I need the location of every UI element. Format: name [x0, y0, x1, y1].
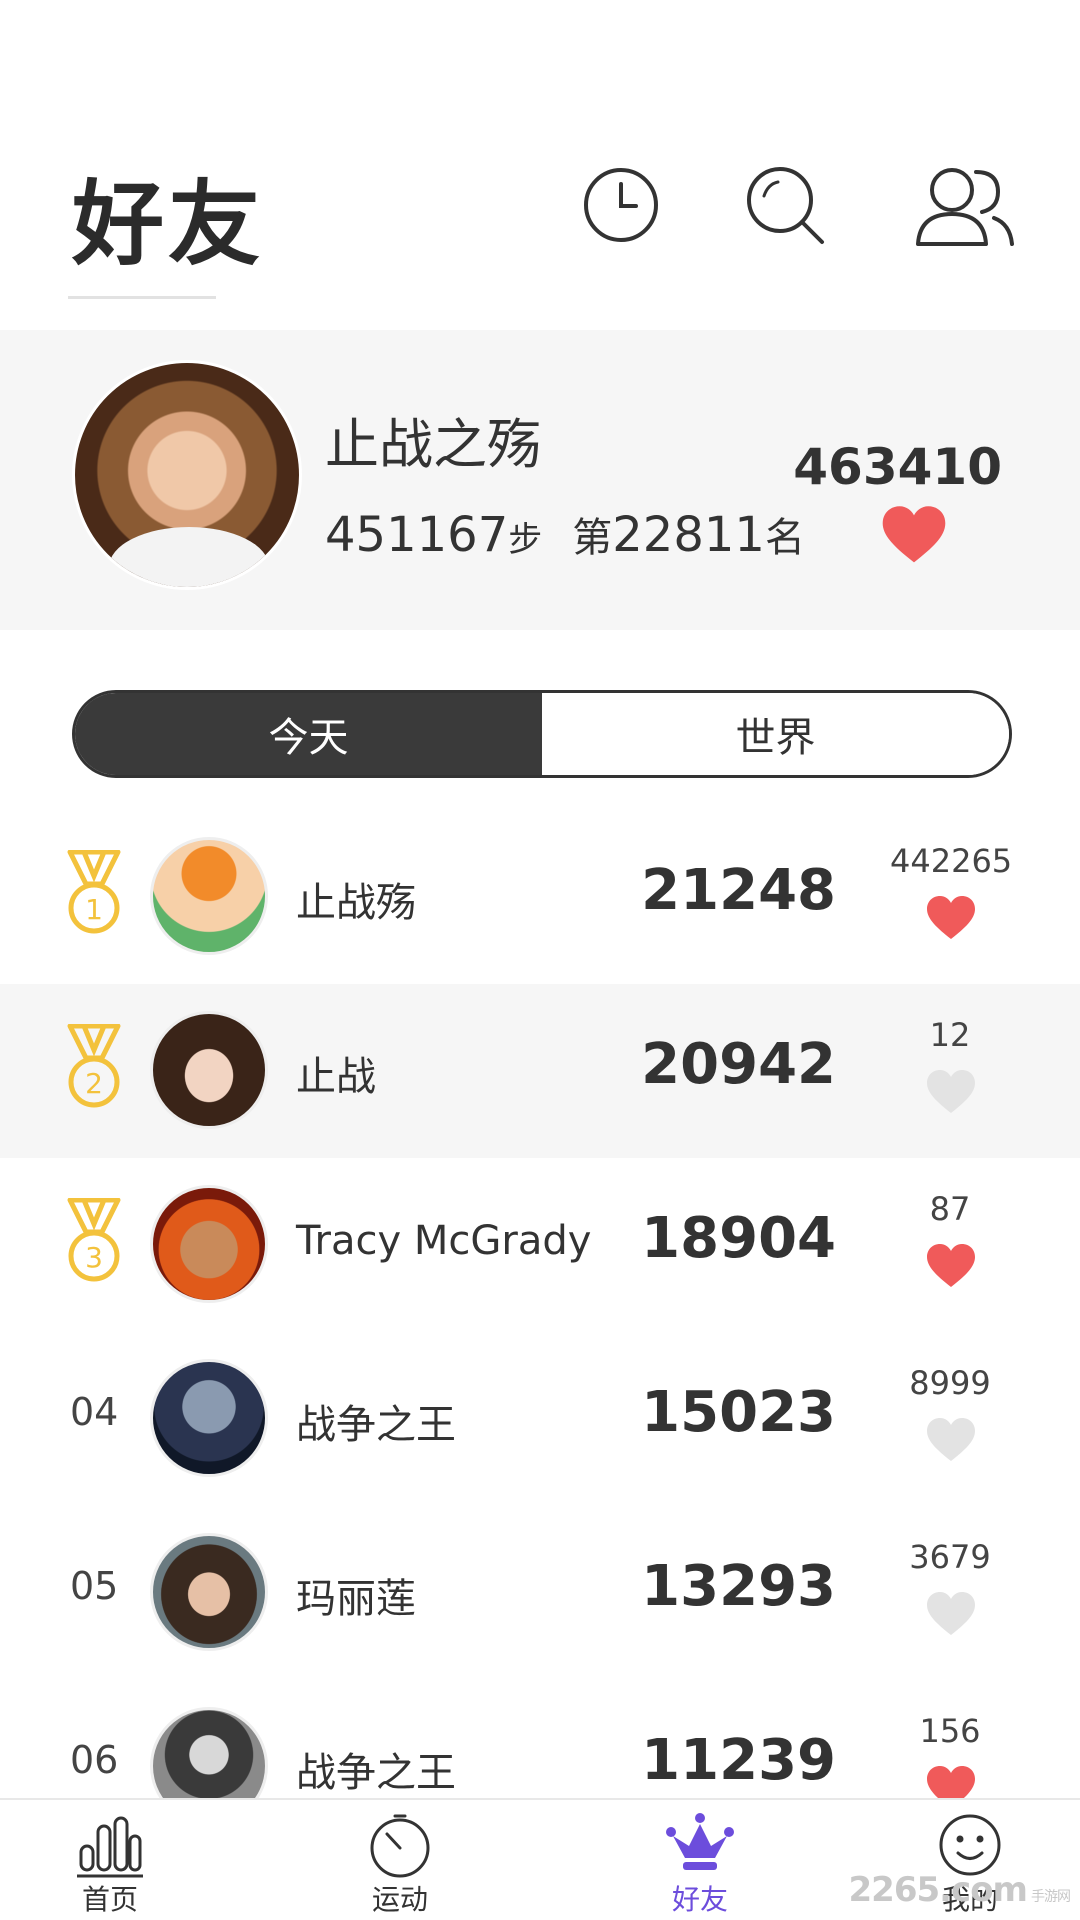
- title-underline: [68, 296, 216, 299]
- steps-unit: 步: [508, 520, 543, 560]
- profile-likes: 463410: [793, 438, 1002, 496]
- avatar[interactable]: [150, 1359, 268, 1477]
- like-count: 3679: [909, 1538, 991, 1576]
- header: 好友: [0, 0, 1080, 330]
- svg-text:1: 1: [85, 893, 103, 926]
- watermark: 2265.com 手游网: [848, 1870, 1072, 1910]
- search-icon[interactable]: [740, 160, 830, 250]
- leaderboard: 1 止战殇 21248 442265 2 止战 20942 12 3 Tracy…: [0, 810, 1080, 1854]
- nav-friends[interactable]: 好友: [620, 1800, 780, 1920]
- tab-today[interactable]: 今天: [75, 693, 542, 775]
- step-count: 13293: [641, 1554, 836, 1619]
- svg-text:2: 2: [85, 1067, 103, 1100]
- like-count: 12: [929, 1016, 971, 1054]
- range-toggle: 今天 世界: [72, 690, 1012, 778]
- nav-exercise[interactable]: 运动: [320, 1800, 480, 1920]
- user-name: 止战: [296, 1054, 376, 1100]
- stopwatch-icon: [370, 1814, 430, 1878]
- friends-icon[interactable]: [910, 160, 1020, 250]
- user-name: 战争之王: [296, 1750, 456, 1796]
- bar-chart-icon: [77, 1816, 143, 1878]
- heart-icon[interactable]: [880, 505, 948, 565]
- heart-icon[interactable]: [925, 1243, 977, 1289]
- nav-label: 好友: [671, 1883, 728, 1916]
- step-count: 18904: [641, 1206, 836, 1271]
- avatar[interactable]: [72, 360, 302, 590]
- friends-page: 好友 止战之殇 451167步 第22811名 463410 今天 世界 1 止战…: [0, 0, 1080, 1920]
- heart-icon[interactable]: [925, 1069, 977, 1115]
- user-name: Tracy McGrady: [296, 1218, 592, 1264]
- nav-label: 首页: [81, 1883, 138, 1916]
- rank-prefix: 第: [572, 515, 613, 561]
- crown-icon: [666, 1813, 734, 1870]
- list-item[interactable]: 05 玛丽莲 13293 3679: [0, 1506, 1080, 1680]
- step-count: 11239: [641, 1728, 836, 1793]
- profile-rank: 22811: [612, 507, 765, 563]
- rank-suffix: 名: [764, 515, 805, 561]
- heart-icon[interactable]: [925, 1591, 977, 1637]
- profile-name: 止战之殇: [325, 413, 541, 476]
- step-count: 20942: [641, 1032, 836, 1097]
- gold-medal-icon: 2: [67, 1024, 121, 1108]
- like-count: 8999: [909, 1364, 991, 1402]
- like-count: 156: [919, 1712, 981, 1750]
- tab-world[interactable]: 世界: [542, 693, 1009, 775]
- heart-icon[interactable]: [925, 895, 977, 941]
- profile-stats: 451167步 第22811名: [325, 505, 805, 563]
- list-item[interactable]: 3 Tracy McGrady 18904 87: [0, 1158, 1080, 1332]
- profile-card[interactable]: 止战之殇 451167步 第22811名 463410: [0, 330, 1080, 630]
- rank-number: 06: [70, 1738, 119, 1782]
- user-name: 战争之王: [296, 1402, 456, 1448]
- profile-steps: 451167: [325, 507, 509, 563]
- avatar[interactable]: [150, 1533, 268, 1651]
- avatar[interactable]: [150, 1011, 268, 1129]
- nav-label: 运动: [371, 1883, 428, 1916]
- gold-medal-icon: 3: [67, 1198, 121, 1282]
- step-count: 15023: [641, 1380, 836, 1445]
- list-item[interactable]: 1 止战殇 21248 442265: [0, 810, 1080, 984]
- gold-medal-icon: 1: [67, 850, 121, 934]
- like-count: 87: [929, 1190, 971, 1228]
- svg-text:3: 3: [85, 1241, 103, 1274]
- like-count: 442265: [890, 842, 1013, 880]
- avatar[interactable]: [150, 837, 268, 955]
- smiley-icon: [939, 1814, 1001, 1876]
- avatar[interactable]: [150, 1185, 268, 1303]
- list-item[interactable]: 2 止战 20942 12: [0, 984, 1080, 1158]
- step-count: 21248: [641, 858, 836, 923]
- page-title: 好友: [72, 171, 265, 278]
- clock-icon[interactable]: [576, 160, 666, 250]
- list-item[interactable]: 04 战争之王 15023 8999: [0, 1332, 1080, 1506]
- heart-icon[interactable]: [925, 1417, 977, 1463]
- rank-number: 05: [70, 1564, 119, 1608]
- nav-home[interactable]: 首页: [30, 1800, 190, 1920]
- user-name: 玛丽莲: [296, 1576, 416, 1622]
- user-name: 止战殇: [296, 880, 416, 926]
- rank-number: 04: [70, 1390, 119, 1434]
